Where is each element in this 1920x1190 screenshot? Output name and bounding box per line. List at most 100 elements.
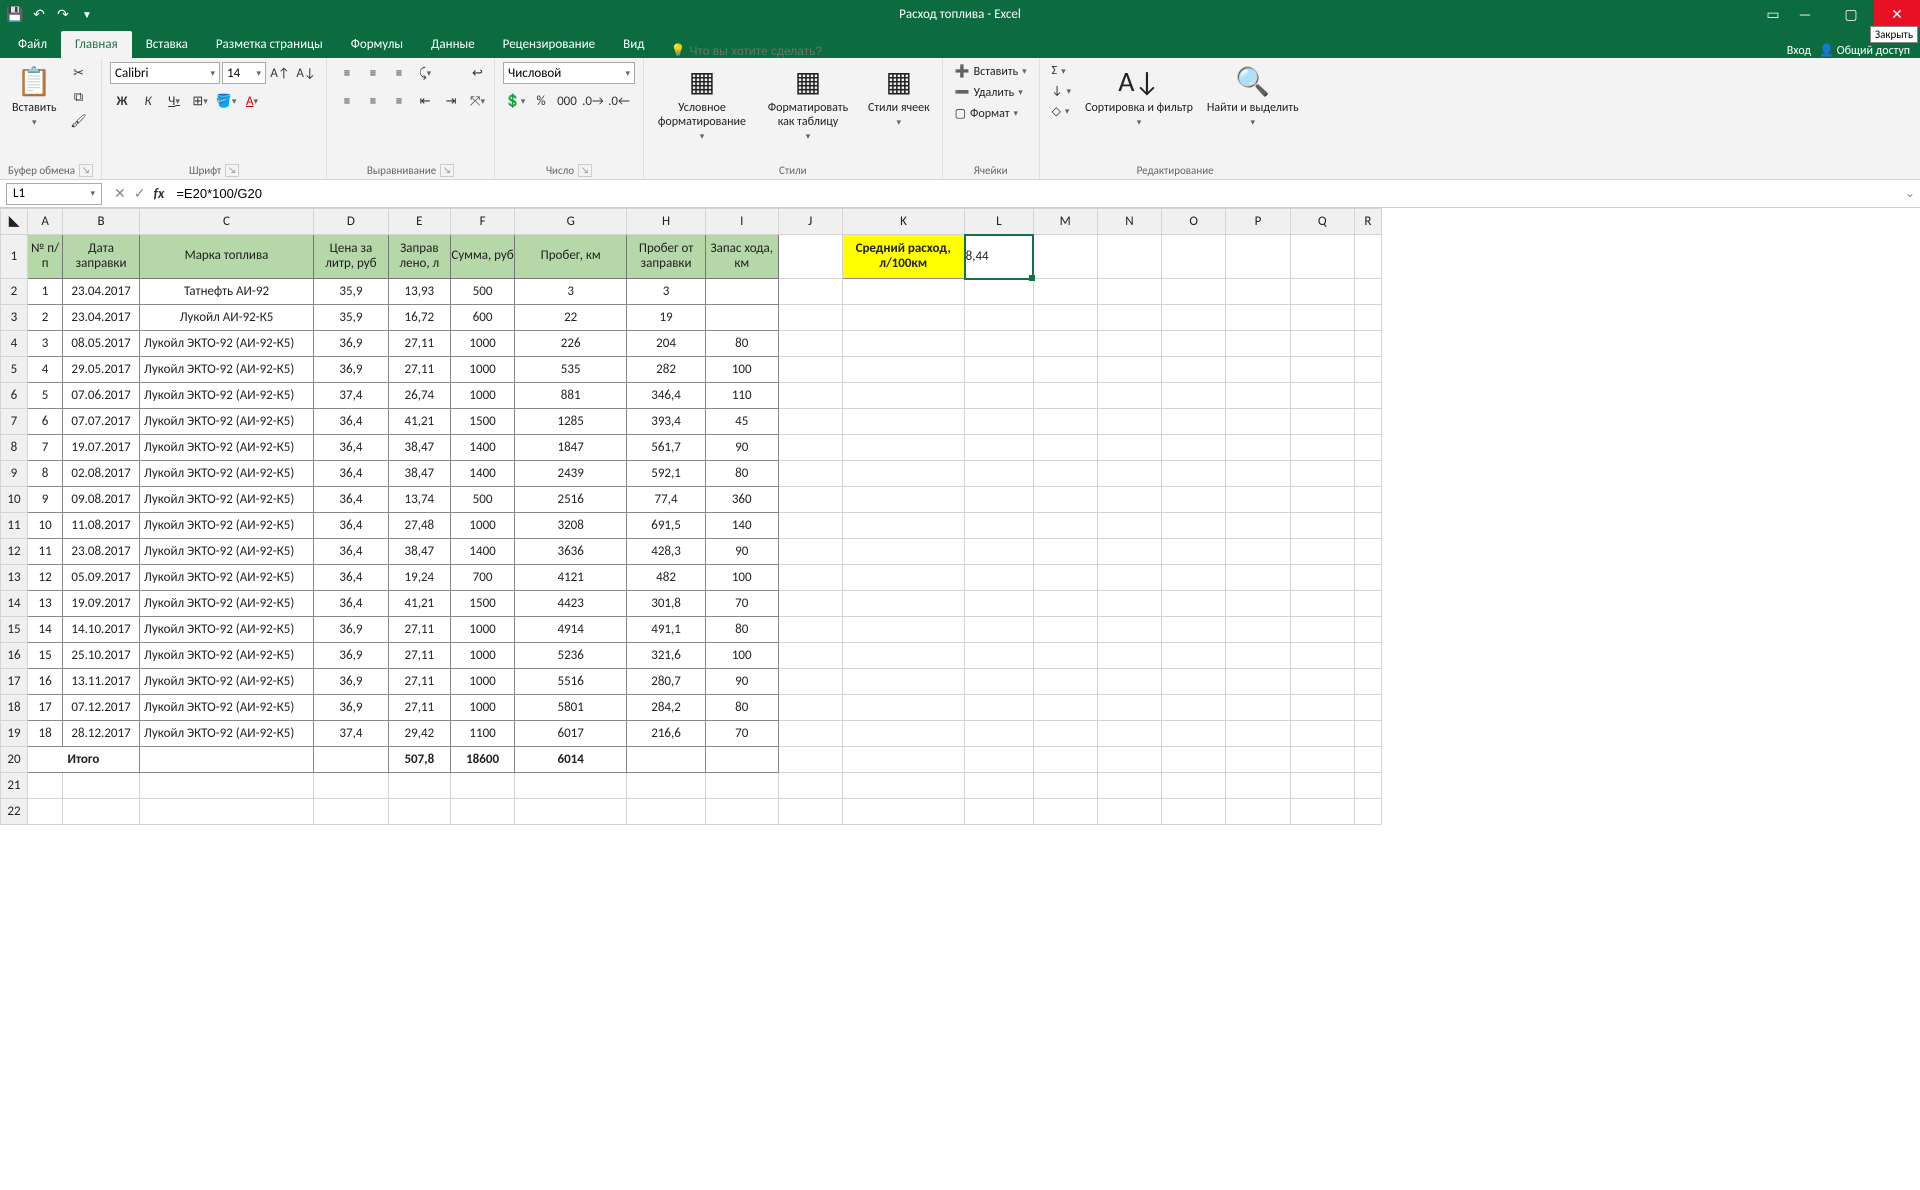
cell[interactable]: [1033, 461, 1097, 487]
cell[interactable]: 1000: [450, 669, 514, 695]
cell[interactable]: [1290, 461, 1354, 487]
col-header[interactable]: C: [139, 209, 313, 235]
cell[interactable]: [1290, 617, 1354, 643]
cell[interactable]: 41,21: [388, 409, 450, 435]
increase-indent-button[interactable]: ⇥: [439, 90, 463, 112]
cell[interactable]: [1162, 565, 1226, 591]
cell[interactable]: [139, 799, 313, 825]
cell[interactable]: 592,1: [627, 461, 706, 487]
cell[interactable]: [778, 383, 842, 409]
cell[interactable]: [1290, 799, 1354, 825]
cell[interactable]: [1162, 773, 1226, 799]
cell[interactable]: [1097, 539, 1161, 565]
cell[interactable]: 500: [450, 279, 514, 305]
cell[interactable]: [1033, 617, 1097, 643]
cell[interactable]: [778, 799, 842, 825]
cell[interactable]: 45: [705, 409, 778, 435]
cell[interactable]: [842, 539, 964, 565]
tab-formulas[interactable]: Формулы: [337, 31, 417, 58]
cell[interactable]: 36,9: [314, 643, 389, 669]
cell[interactable]: [842, 695, 964, 721]
decrease-font-button[interactable]: A↓: [294, 62, 318, 84]
cell[interactable]: [1226, 643, 1290, 669]
cell[interactable]: [842, 617, 964, 643]
cell[interactable]: [705, 305, 778, 331]
cell[interactable]: 19.07.2017: [63, 435, 140, 461]
cell[interactable]: [965, 513, 1033, 539]
cell[interactable]: Лукойл ЭКТО-92 (АИ-92-К5): [139, 331, 313, 357]
cell[interactable]: [1354, 591, 1381, 617]
cell[interactable]: Лукойл ЭКТО-92 (АИ-92-К5): [139, 695, 313, 721]
cell[interactable]: [1226, 461, 1290, 487]
cell[interactable]: [1226, 235, 1290, 279]
minimize-button[interactable]: —: [1782, 0, 1828, 28]
cell[interactable]: [842, 773, 964, 799]
cell[interactable]: [1226, 695, 1290, 721]
cell[interactable]: [965, 669, 1033, 695]
cell[interactable]: 16,72: [388, 305, 450, 331]
cell[interactable]: 507,8: [388, 747, 450, 773]
cell[interactable]: [778, 487, 842, 513]
col-header[interactable]: I: [705, 209, 778, 235]
cell[interactable]: 26,74: [388, 383, 450, 409]
cell[interactable]: [965, 747, 1033, 773]
cell[interactable]: [1097, 747, 1161, 773]
cancel-formula-icon[interactable]: ✕: [114, 185, 126, 202]
cell[interactable]: 36,4: [314, 591, 389, 617]
selected-cell[interactable]: 8,44: [965, 235, 1033, 279]
cell[interactable]: 482: [627, 565, 706, 591]
cell[interactable]: Лукойл АИ-92-К5: [139, 305, 313, 331]
cell[interactable]: [1354, 305, 1381, 331]
cell[interactable]: [1097, 305, 1161, 331]
cell[interactable]: 5801: [515, 695, 627, 721]
cell[interactable]: [705, 279, 778, 305]
cell[interactable]: Лукойл ЭКТО-92 (АИ-92-К5): [139, 357, 313, 383]
tab-data[interactable]: Данные: [417, 31, 489, 58]
cell[interactable]: [1097, 643, 1161, 669]
cell[interactable]: [1097, 331, 1161, 357]
cell[interactable]: [388, 773, 450, 799]
cell[interactable]: [1290, 305, 1354, 331]
increase-font-button[interactable]: A↑: [268, 62, 292, 84]
cell[interactable]: 561,7: [627, 435, 706, 461]
cell[interactable]: Пробег от заправки: [627, 235, 706, 279]
cell[interactable]: [1354, 695, 1381, 721]
cell[interactable]: 393,4: [627, 409, 706, 435]
cell[interactable]: 38,47: [388, 539, 450, 565]
cell[interactable]: 500: [450, 487, 514, 513]
name-box[interactable]: L1▾: [6, 183, 102, 205]
cell[interactable]: [314, 773, 389, 799]
cell[interactable]: 19: [627, 305, 706, 331]
cell[interactable]: [1097, 461, 1161, 487]
row-header[interactable]: 11: [1, 513, 28, 539]
tell-me-input[interactable]: [689, 44, 889, 58]
cell[interactable]: [1033, 409, 1097, 435]
tab-review[interactable]: Рецензирование: [489, 31, 609, 58]
cell[interactable]: [965, 773, 1033, 799]
cell[interactable]: [842, 565, 964, 591]
cell[interactable]: 36,9: [314, 669, 389, 695]
cell[interactable]: 38,47: [388, 435, 450, 461]
cell[interactable]: 08.05.2017: [63, 331, 140, 357]
cell[interactable]: Марка топлива: [139, 235, 313, 279]
cell[interactable]: 13,74: [388, 487, 450, 513]
cell[interactable]: 41,21: [388, 591, 450, 617]
col-header[interactable]: G: [515, 209, 627, 235]
cell[interactable]: Заправ лено, л: [388, 235, 450, 279]
formula-input[interactable]: [170, 183, 1900, 205]
close-button[interactable]: ✕: [1874, 0, 1920, 28]
cell[interactable]: [965, 695, 1033, 721]
cell[interactable]: 4: [27, 357, 62, 383]
cell[interactable]: [1033, 435, 1097, 461]
cell[interactable]: 5: [27, 383, 62, 409]
cell[interactable]: 1000: [450, 695, 514, 721]
cell[interactable]: [1290, 383, 1354, 409]
cell[interactable]: [1162, 331, 1226, 357]
tell-me[interactable]: 💡: [670, 43, 889, 58]
cell[interactable]: [1162, 435, 1226, 461]
cell[interactable]: [1033, 383, 1097, 409]
cell[interactable]: [1226, 773, 1290, 799]
cell[interactable]: [1162, 461, 1226, 487]
cell[interactable]: 2: [27, 305, 62, 331]
row-header[interactable]: 19: [1, 721, 28, 747]
